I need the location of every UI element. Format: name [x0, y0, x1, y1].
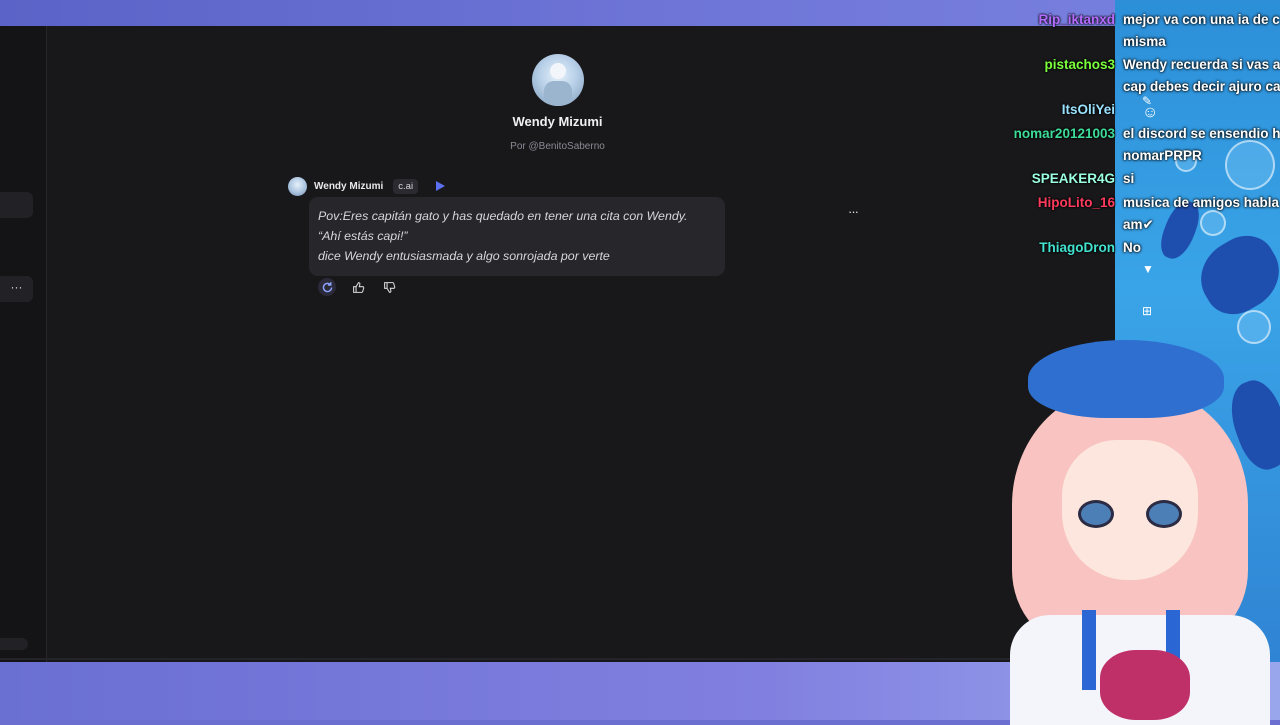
chat-message: am✔ [0, 217, 1280, 239]
thumbs-down-button[interactable] [380, 278, 398, 296]
sidebar-more-button[interactable]: ··· [0, 276, 33, 302]
vtuber-beret [1028, 340, 1224, 418]
message-actions [318, 278, 411, 296]
chat-message: cap debes decir ajuro ca [0, 79, 1280, 101]
vtuber-bow [1100, 650, 1190, 720]
chat-text: mejor va con una ia de c [1123, 12, 1280, 27]
chat-username[interactable]: ItsOliYei [1062, 102, 1115, 117]
chat-username[interactable]: SPEAKER4G [1032, 171, 1115, 186]
chat-text: nomarPRPR [1123, 148, 1202, 163]
chat-message: HipoLito_16 musica de amigos habla [0, 195, 1280, 217]
chat-text: cap debes decir ajuro ca [1123, 79, 1280, 94]
input-divider [0, 658, 1115, 660]
chat-text: am✔ [1123, 217, 1154, 232]
chat-username[interactable]: Rip_iktanxd [1038, 12, 1115, 27]
vtuber-strap [1082, 610, 1096, 690]
chat-message: nomarPRPR [0, 148, 1280, 170]
more-icon: ··· [10, 280, 23, 294]
chat-username[interactable]: ThiagoDron [1039, 240, 1115, 255]
chat-message: pistachos3 Wendy recuerda si vas a [0, 57, 1280, 79]
chat-pin-icon[interactable]: ▼ [1142, 262, 1154, 276]
thumbs-down-icon [383, 281, 395, 293]
chat-text: No [1123, 240, 1141, 255]
chat-text: Wendy recuerda si vas a [1123, 57, 1280, 72]
chat-message: Rip_iktanxd mejor va con una ia de c [0, 12, 1280, 34]
chat-text: si [1123, 171, 1135, 186]
thumbs-up-button[interactable] [349, 278, 367, 296]
chat-emote-icon: ☺ [1142, 104, 1159, 121]
chat-add-icon[interactable]: ⊞ [1142, 304, 1152, 318]
chat-text: el discord se ensendio h [1123, 126, 1280, 141]
chat-message: SPEAKER4G si [0, 171, 1280, 193]
chat-text: musica de amigos habla [1123, 195, 1280, 210]
chat-message: misma [0, 34, 1280, 56]
chat-username[interactable]: HipoLito_16 [1038, 195, 1115, 210]
vtuber-eye [1146, 500, 1182, 528]
chat-username[interactable]: pistachos3 [1044, 57, 1115, 72]
thumbs-up-icon [352, 281, 364, 293]
sidebar-footer-item[interactable] [0, 638, 28, 650]
chat-message: ItsOliYei [0, 102, 1280, 124]
vtuber-avatar [990, 330, 1280, 725]
chat-text: misma [1123, 34, 1166, 49]
vtuber-eye [1078, 500, 1114, 528]
regenerate-icon [322, 281, 332, 292]
regenerate-button[interactable] [318, 278, 336, 296]
chat-message: ThiagoDron No [0, 240, 1280, 262]
chat-message: nomar20121003 el discord se ensendio h [0, 126, 1280, 148]
chat-username[interactable]: nomar20121003 [1014, 126, 1115, 141]
